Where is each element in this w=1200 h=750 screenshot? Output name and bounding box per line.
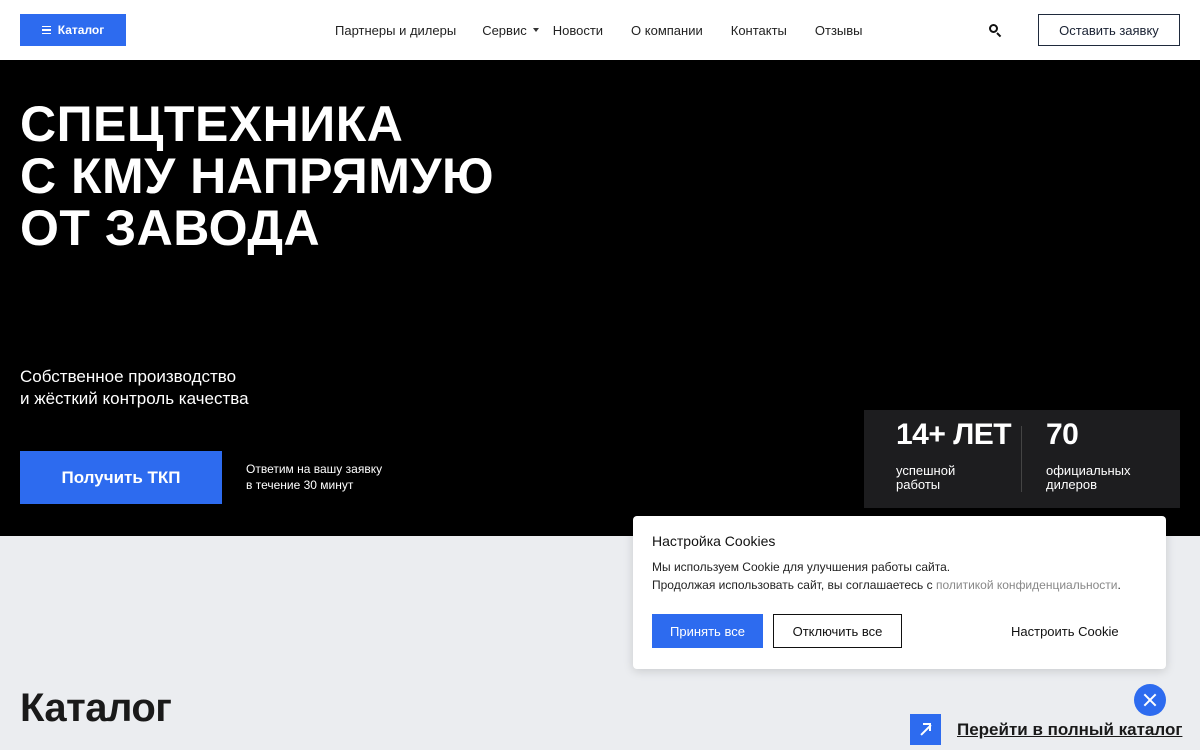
configure-cookie-label: Настроить Cookie — [1011, 623, 1119, 639]
catalog-button-label: Каталог — [57, 23, 105, 37]
leave-request-button[interactable]: Оставить заявку — [1038, 14, 1180, 46]
menu-icon — [41, 25, 51, 35]
search-icon[interactable] — [988, 23, 1002, 38]
cookie-text-line: Мы используем Cookie для улучшения работ… — [652, 560, 951, 574]
nav-item-partners[interactable]: Партнеры и дилеры — [335, 23, 456, 38]
nav-item-label: Сервис — [482, 22, 527, 38]
cookie-title: Настройка Cookies — [652, 533, 776, 549]
stat-value: 70 — [1046, 418, 1079, 451]
nav-item-reviews[interactable]: Отзывы — [815, 23, 863, 38]
stat-value: 14+ ЛЕТ — [896, 418, 1012, 451]
stat-label-line: официальных — [1046, 463, 1131, 478]
decline-all-label: Отключить все — [792, 623, 883, 639]
nav-item-news[interactable]: Новости — [553, 23, 603, 38]
nav-item-about[interactable]: О компании — [631, 23, 703, 38]
accept-all-button[interactable]: Принять все — [652, 614, 763, 648]
nav-item-label: Новости — [552, 22, 604, 38]
main-nav: Партнеры и дилеры Сервис Новости О компа… — [335, 0, 863, 60]
hero-title-line: С КМУ НАПРЯМУЮ — [20, 148, 495, 204]
reply-note-line: в течение 30 минут — [246, 478, 354, 492]
catalog-button[interactable]: Каталог — [20, 14, 126, 46]
hero-title: СПЕЦТЕХНИКА С КМУ НАПРЯМУЮ ОТ ЗАВОДА — [20, 98, 494, 254]
hero-title-line: ОТ ЗАВОДА — [20, 200, 321, 256]
stat-label: успешной работы — [896, 464, 1016, 492]
cookie-text-prefix: Продолжая использовать сайт, вы соглашае… — [652, 578, 936, 592]
nav-item-label: Контакты — [730, 22, 787, 38]
stat-label-line: успешной — [896, 463, 956, 478]
close-icon[interactable] — [1134, 684, 1166, 716]
cookie-text-suffix: . — [1117, 578, 1121, 592]
decline-all-button[interactable]: Отключить все — [773, 614, 902, 648]
accept-all-label: Принять все — [670, 623, 745, 639]
cookie-text: Мы используем Cookie для улучшения работ… — [652, 558, 1121, 594]
site-header: Каталог Партнеры и дилеры Сервис Новости… — [0, 0, 1200, 60]
hero-subtitle-line: Собственное производство — [20, 367, 237, 386]
get-tkp-button[interactable]: Получить ТКП — [20, 451, 222, 504]
cookie-text-line: Продолжая использовать сайт, вы соглашае… — [652, 576, 1121, 594]
stats-panel: 14+ ЛЕТ успешной работы 70 официальных д… — [864, 410, 1180, 508]
stat-label-line: работы — [896, 477, 941, 492]
nav-item-label: Партнеры и дилеры — [335, 22, 457, 38]
arrow-up-right-icon — [910, 714, 941, 745]
hero-section: СПЕЦТЕХНИКА С КМУ НАПРЯМУЮ ОТ ЗАВОДА Соб… — [0, 60, 1200, 536]
cookie-banner: Настройка Cookies Мы используем Cookie д… — [633, 516, 1166, 669]
hero-subtitle-line: и жёсткий контроль качества — [20, 389, 249, 408]
nav-item-contacts[interactable]: Контакты — [731, 23, 787, 38]
nav-item-label: О компании — [631, 22, 703, 38]
nav-item-label: Отзывы — [814, 22, 863, 38]
reply-note: Ответим на вашу заявку в течение 30 мину… — [246, 461, 382, 493]
hero-title-line: СПЕЦТЕХНИКА — [20, 96, 404, 152]
stat-label: официальных дилеров — [1046, 464, 1166, 492]
hero-subtitle: Собственное производство и жёсткий контр… — [20, 366, 249, 410]
catalog-section-title: Каталог — [20, 686, 172, 730]
reply-note-line: Ответим на вашу заявку — [246, 462, 383, 476]
nav-item-service[interactable]: Сервис — [482, 23, 539, 38]
full-catalog-link[interactable]: Перейти в полный каталог — [910, 714, 1182, 745]
configure-cookie-button[interactable]: Настроить Cookie — [1011, 614, 1119, 648]
privacy-policy-link[interactable]: политикой конфиденциальности — [936, 578, 1117, 592]
stats-divider — [1021, 426, 1022, 492]
get-tkp-label: Получить ТКП — [61, 467, 181, 487]
leave-request-label: Оставить заявку — [1059, 22, 1159, 38]
full-catalog-label: Перейти в полный каталог — [957, 719, 1183, 739]
stat-label-line: дилеров — [1046, 477, 1098, 492]
chevron-down-icon — [532, 28, 539, 32]
